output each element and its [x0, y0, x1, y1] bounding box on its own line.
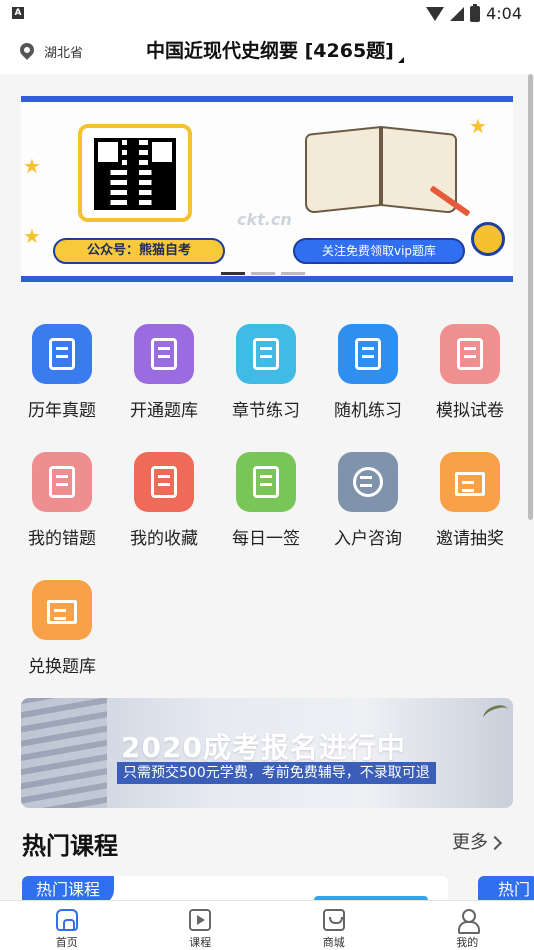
chapter-practice-icon — [236, 324, 296, 384]
star-icon: ★ — [469, 114, 487, 138]
profile-icon — [456, 909, 481, 934]
free-vip-pill: 关注免费领取vip题库 — [293, 238, 465, 264]
chevron-right-icon — [487, 835, 503, 851]
subject-title-text: 中国近现代史纲要 [4265题] — [146, 40, 394, 62]
daily-sign-icon — [236, 452, 296, 512]
grid-label: 入户咨询 — [334, 529, 402, 549]
book-left-page — [305, 126, 381, 214]
grid-item-mock-exam[interactable]: 模拟试卷 — [420, 324, 520, 421]
grid-label: 章节练习 — [232, 401, 300, 421]
book-illustration — [305, 122, 461, 214]
subject-title[interactable]: 中国近现代史纲要 [4265题] — [146, 36, 404, 63]
grid-label: 我的错题 — [28, 529, 96, 549]
grid-item-wrong-questions[interactable]: 我的错题 — [12, 452, 112, 549]
indicator-dot — [221, 272, 245, 275]
qr-code — [94, 138, 176, 210]
tab-label: 商城 — [322, 936, 345, 949]
bottom-tabbar: 首页 课程 商城 我的 — [0, 900, 534, 950]
favorites-icon — [134, 452, 194, 512]
signal-icon — [450, 6, 465, 21]
star-icon: ★ — [23, 154, 41, 178]
stairs-illustration — [21, 698, 107, 808]
wifi-icon — [426, 6, 445, 21]
wrong-questions-icon — [32, 452, 92, 512]
status-bar: A 4:04 — [0, 0, 534, 30]
grid-label: 我的收藏 — [130, 529, 198, 549]
tab-course[interactable]: 课程 — [134, 901, 268, 950]
banner-carousel[interactable]: ★ ★ ★ ckt.cn 公众号：熊猫自考 关注免费领取vip题库 — [21, 96, 513, 282]
mall-icon — [322, 909, 345, 931]
wechat-account-pill: 公众号：熊猫自考 — [53, 238, 225, 264]
grid-label: 每日一签 — [232, 529, 300, 549]
tab-mall[interactable]: 商城 — [267, 901, 401, 950]
scrollbar[interactable] — [528, 74, 533, 520]
home-icon — [55, 909, 78, 931]
pointer-hand-icon — [471, 222, 505, 256]
hot-courses-title: 热门课程 — [22, 832, 118, 860]
tab-profile[interactable]: 我的 — [401, 901, 534, 950]
indicator-dot — [281, 272, 305, 275]
watermark: ckt.cn — [237, 210, 292, 229]
grid-item-open-bank[interactable]: 开通题库 — [114, 324, 214, 421]
qr-code-frame — [78, 124, 192, 222]
course-icon — [189, 909, 212, 931]
bird-illustration — [481, 702, 511, 726]
location-label[interactable]: 湖北省 — [44, 42, 83, 61]
invite-lottery-icon — [440, 452, 500, 512]
more-label: 更多 — [452, 832, 488, 853]
tab-home[interactable]: 首页 — [0, 901, 134, 950]
past-exam-icon — [32, 324, 92, 384]
consult-icon — [338, 452, 398, 512]
grid-label: 开通题库 — [130, 401, 198, 421]
battery-icon — [470, 3, 481, 22]
promo-subtitle: 只需预交500元学费，考前免费辅导，不录取可退 — [117, 762, 436, 784]
indicator-dot — [251, 272, 275, 275]
redeem-bank-icon — [32, 580, 92, 640]
notification-icon: A — [12, 7, 24, 19]
grid-item-random-practice[interactable]: 随机练习 — [318, 324, 418, 421]
grid-label: 模拟试卷 — [436, 401, 504, 421]
grid-item-redeem-bank[interactable]: 兑换题库 — [12, 580, 112, 677]
grid-label: 历年真题 — [28, 401, 96, 421]
carousel-indicator — [221, 272, 305, 275]
tab-label: 首页 — [55, 936, 78, 949]
tab-label: 课程 — [189, 936, 212, 949]
grid-item-past-exams[interactable]: 历年真题 — [12, 324, 112, 421]
grid-item-chapter-practice[interactable]: 章节练习 — [216, 324, 316, 421]
location-icon[interactable] — [17, 40, 37, 60]
promo-banner[interactable]: 2020成考报名进行中 只需预交500元学费，考前免费辅导，不录取可退 — [21, 698, 513, 808]
more-link[interactable]: 更多 — [452, 828, 503, 854]
top-header: 湖北省 中国近现代史纲要 [4265题] — [0, 30, 534, 74]
grid-label: 兑换题库 — [28, 657, 96, 677]
dropdown-caret-icon — [397, 57, 404, 63]
random-practice-icon — [338, 324, 398, 384]
open-bank-icon — [134, 324, 194, 384]
promo-title: 2020成考报名进行中 — [121, 731, 406, 764]
grid-item-consult[interactable]: 入户咨询 — [318, 452, 418, 549]
grid-item-daily-sign[interactable]: 每日一签 — [216, 452, 316, 549]
grid-label: 随机练习 — [334, 401, 402, 421]
banner-slide: ★ ★ ★ ckt.cn 公众号：熊猫自考 关注免费领取vip题库 — [21, 102, 513, 276]
grid-item-favorites[interactable]: 我的收藏 — [114, 452, 214, 549]
grid-label: 邀请抽奖 — [436, 529, 504, 549]
status-right: 4:04 — [426, 3, 522, 23]
grid-item-invite-lottery[interactable]: 邀请抽奖 — [420, 452, 520, 549]
mock-exam-icon — [440, 324, 500, 384]
star-icon: ★ — [23, 224, 41, 248]
tab-label: 我的 — [456, 936, 479, 949]
status-time: 4:04 — [486, 4, 522, 23]
